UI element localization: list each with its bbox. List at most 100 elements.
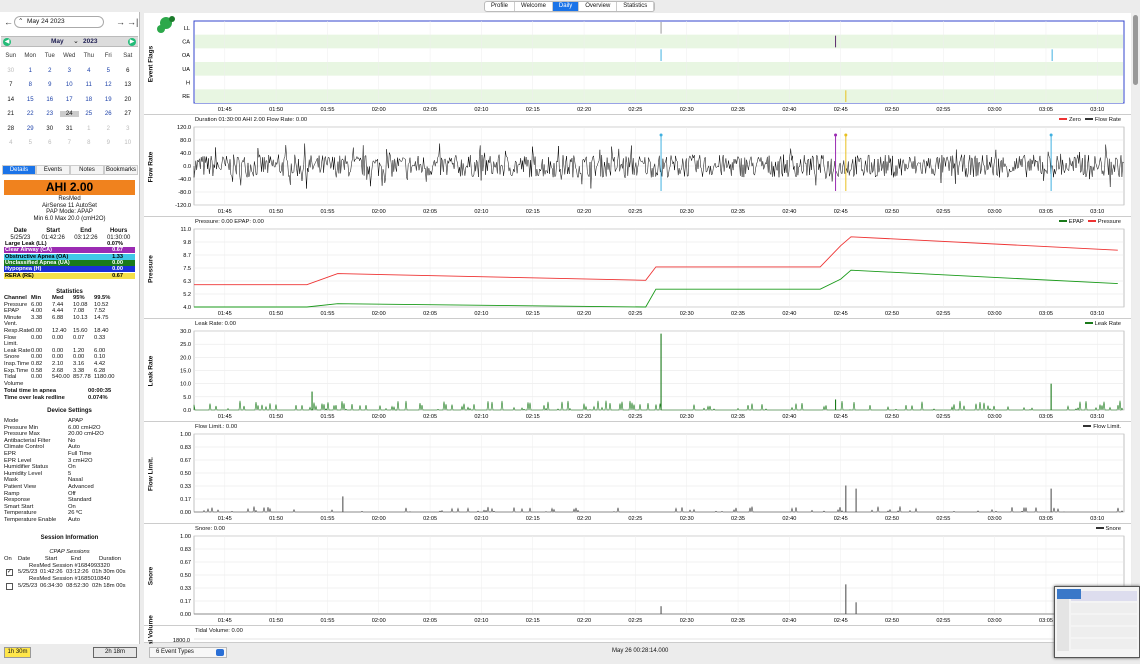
calendar-day[interactable]: 2 [99, 126, 119, 132]
event-index-label: Hypopnea (H) [5, 266, 42, 273]
graph-canvas[interactable]: 11.0 9.8 8.7 7.5 6.3 5.2 4.0 01:45 01:50 01:55 02:… [144, 219, 1131, 319]
event-index-label: Large Leak (LL) [5, 241, 47, 247]
calendar-month[interactable]: May [51, 38, 64, 45]
x-tick-label: 03:10 [1090, 209, 1104, 215]
graph-canvas[interactable]: LL CA OA UA H RE 01:45 01:50 01:55 02:00 02:05 02:1… [144, 13, 1131, 115]
calendar-day[interactable]: 6 [118, 68, 138, 74]
session-duration-button[interactable]: 2h 18m [93, 647, 137, 658]
calendar-day[interactable]: 25 [79, 111, 99, 117]
cpap-sessions-subtitle: CPAP Sessions [49, 549, 90, 555]
tab-profile[interactable]: Profile [485, 2, 516, 11]
calendar-day[interactable]: 4 [79, 68, 99, 74]
stats-cell: Vent. [4, 321, 18, 328]
tab-events[interactable]: Events [36, 165, 70, 175]
x-tick-label: 01:50 [269, 107, 283, 113]
calendar-day[interactable]: 30 [40, 126, 60, 132]
graph-canvas[interactable]: 30.0 25.0 20.0 15.0 10.0 5.0 0.0 01:45 01:50 01:5… [144, 321, 1131, 422]
tab-welcome[interactable]: Welcome [515, 2, 553, 11]
calendar-day[interactable]: 23 [40, 111, 60, 117]
calendar-day[interactable]: 27 [118, 111, 138, 117]
date-picker[interactable]: ⌃ May 24 2023 [14, 16, 104, 28]
vertical-scrollbar[interactable] [1132, 13, 1140, 643]
calendar-year[interactable]: 2023 [83, 38, 97, 45]
calendar-day[interactable]: 7 [60, 140, 80, 146]
graph-canvas[interactable]: 120.0 80.0 40.0 0.0 -40.0 -80.0 -120.0 01:45 01:… [144, 117, 1131, 217]
prev-month-button[interactable]: ◀ [3, 38, 11, 46]
x-tick-label: 02:55 [936, 209, 950, 215]
calendar-day[interactable]: 28 [1, 126, 21, 132]
calendar-day[interactable]: 20 [118, 97, 138, 103]
calendar-day[interactable]: 9 [40, 82, 60, 88]
y-tick-label: 80.0 [180, 138, 191, 144]
calendar-day[interactable]: 13 [118, 82, 138, 88]
x-tick-label: 02:20 [577, 107, 591, 113]
calendar-day[interactable]: 26 [99, 111, 119, 117]
calendar-day[interactable]: 31 [60, 126, 80, 132]
y-tick-label: 0.00 [180, 612, 191, 618]
calendar-day[interactable]: 29 [21, 126, 41, 132]
calendar-day[interactable]: 22 [21, 111, 41, 117]
calendar-day[interactable]: 16 [40, 97, 60, 103]
calendar-day[interactable]: 15 [21, 97, 41, 103]
graph-canvas[interactable]: 1800.0 [144, 628, 1131, 643]
y-tick-label: 0.33 [180, 586, 191, 592]
x-tick-label: 02:10 [474, 414, 488, 420]
calendar-day[interactable]: 10 [60, 82, 80, 88]
stats-cell: Snore [4, 354, 20, 361]
calendar-day[interactable]: 8 [79, 140, 99, 146]
tab-daily[interactable]: Daily [552, 2, 580, 11]
graph-canvas[interactable]: 1.00 0.83 0.67 0.50 0.33 0.17 0.00 01:45 01:50 01… [144, 424, 1131, 524]
stats-cell: 0.00 [31, 374, 43, 381]
calendar-day[interactable]: 5 [21, 140, 41, 146]
device-setting-row: Pressure Min 6.00 cmH2O [4, 425, 135, 432]
tab-notes[interactable]: Notes [70, 165, 104, 175]
calendar-day[interactable]: 21 [1, 111, 21, 117]
calendar-day[interactable]: 4 [1, 140, 21, 146]
calendar-day[interactable]: 17 [60, 97, 80, 103]
calendar-day[interactable]: 12 [99, 82, 119, 88]
calendar-day[interactable]: 2 [40, 68, 60, 74]
prev-day-button[interactable]: ← [4, 17, 13, 27]
session-duration-button[interactable]: 1h 30m [4, 647, 31, 658]
last-day-button[interactable]: →| [127, 17, 138, 27]
session-checkbox[interactable]: ✓ [6, 569, 13, 577]
calendar-day[interactable]: 18 [79, 97, 99, 103]
graph-canvas[interactable]: 1.00 0.83 0.67 0.50 0.33 0.17 0.00 01:45 01:50 01… [144, 526, 1131, 626]
stats-cell: 0.00 [52, 334, 64, 341]
calendar-day[interactable]: 14 [1, 97, 21, 103]
calendar-day[interactable]: 5 [99, 68, 119, 74]
calendar-day[interactable]: 3 [60, 68, 80, 74]
y-tick-label: 0.00 [180, 510, 191, 516]
chevron-down-icon[interactable]: ⌄ [73, 37, 79, 45]
calendar-day[interactable]: 30 [1, 68, 21, 74]
calendar-day[interactable]: 8 [21, 82, 41, 88]
scrollbar-thumb[interactable] [1133, 15, 1138, 85]
calendar-day[interactable]: 9 [99, 140, 119, 146]
session-checkbox[interactable] [6, 583, 13, 591]
calendar-day[interactable]: 19 [99, 97, 119, 103]
graph-panel: Leak Rate Leak Rate: 0.00 Leak Rate 30.0 25.… [144, 321, 1131, 422]
x-tick-label: 02:00 [372, 516, 386, 522]
calendar-day[interactable]: 1 [21, 68, 41, 74]
event-types-select[interactable]: 6 Event Types [149, 647, 227, 658]
tab-bookmarks[interactable]: Bookmarks [104, 165, 138, 175]
calendar-day[interactable]: 6 [40, 140, 60, 146]
tab-details[interactable]: Details [2, 165, 36, 175]
y-tick-label: 15.0 [180, 369, 191, 375]
x-tick-label: 02:50 [885, 107, 899, 113]
calendar-day[interactable]: 11 [79, 82, 99, 88]
stats-cell: 3.38 [31, 314, 43, 321]
tab-statistics[interactable]: Statistics [617, 2, 655, 11]
calendar-day[interactable]: 24 [59, 111, 79, 118]
calendar-day[interactable]: 7 [1, 82, 21, 88]
x-tick-label: 02:00 [372, 618, 386, 624]
screenshot-thumbnail[interactable] [1054, 586, 1140, 658]
calendar-day[interactable]: 1 [79, 126, 99, 132]
event-index-label: Obstructive Apnea (OA) [5, 253, 69, 260]
x-tick-label: 02:25 [628, 209, 642, 215]
calendar-day[interactable]: 10 [118, 140, 138, 146]
next-month-button[interactable]: ▶ [128, 38, 136, 46]
tab-overview[interactable]: Overview [579, 2, 618, 11]
calendar-day[interactable]: 3 [118, 126, 138, 132]
next-day-button[interactable]: → [116, 17, 125, 27]
